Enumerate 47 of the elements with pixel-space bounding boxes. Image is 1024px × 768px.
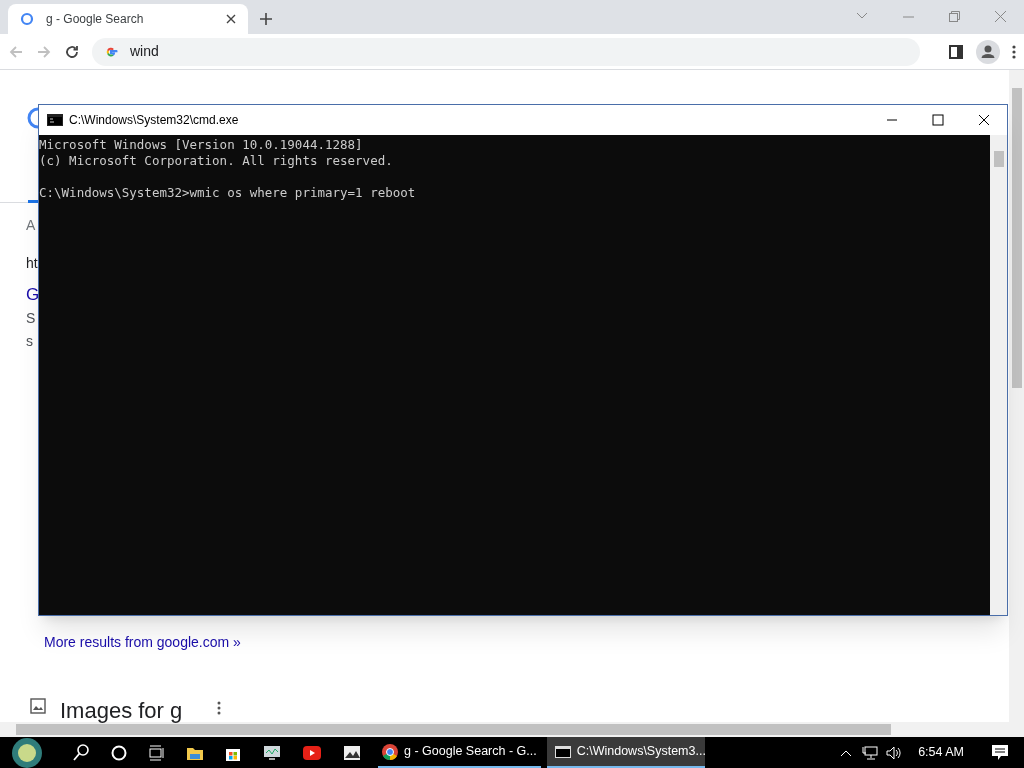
console-line: C:\Windows\System32>wmic os where primary=1 reboot [39, 185, 417, 201]
tab-search-icon[interactable] [856, 12, 868, 20]
chrome-icon [382, 743, 398, 760]
chevron-up-icon[interactable] [840, 748, 853, 757]
browser-tab[interactable]: g - Google Search [8, 4, 248, 34]
taskbar-button[interactable]: C:\Windows\System3... [546, 737, 705, 768]
network-icon[interactable] [862, 745, 879, 760]
console-scrollbar[interactable] [990, 135, 1007, 615]
volume-icon[interactable] [886, 745, 903, 760]
task-view-icon[interactable] [149, 744, 165, 761]
reload-icon[interactable] [64, 43, 80, 60]
menu-icon[interactable] [1012, 43, 1016, 60]
play-icon[interactable] [303, 745, 321, 760]
image-icon [30, 698, 46, 714]
address-text: wind [130, 42, 159, 61]
section-heading: Images for g [60, 697, 183, 725]
more-results-link[interactable]: More results from google.com » [44, 632, 241, 653]
clock-time: 6:54 AM [918, 744, 964, 762]
taskbar-label: C:\Windows\System3... [576, 743, 706, 761]
close-icon[interactable] [226, 14, 236, 24]
console-line: (c) Microsoft Corporation. All rights reserved. [39, 153, 394, 169]
page-text: s [26, 332, 33, 351]
console-icon [47, 114, 63, 126]
close-icon[interactable] [978, 114, 990, 126]
cortana-icon[interactable] [111, 744, 127, 761]
console-line: Microsoft Windows [Version 10.0.19044.1288] [39, 137, 364, 153]
maximize-icon[interactable] [932, 114, 944, 126]
console-icon [554, 745, 571, 758]
notification-icon[interactable] [992, 745, 1008, 760]
more-options-icon[interactable] [217, 701, 221, 715]
monitor-icon[interactable] [263, 744, 281, 761]
window-title: C:\Windows\System32\cmd.exe [69, 112, 240, 129]
tab-title: g - Google Search [46, 11, 145, 28]
restore-icon[interactable] [949, 11, 960, 22]
search-icon[interactable] [73, 743, 89, 762]
page-text: G [26, 284, 40, 306]
page-text: S [26, 309, 36, 328]
vertical-scrollbar[interactable] [1009, 70, 1024, 722]
page-text: ht [26, 254, 38, 273]
horizontal-scrollbar[interactable] [0, 722, 1024, 737]
side-panel-icon[interactable] [948, 43, 964, 60]
new-tab-icon[interactable] [260, 13, 272, 25]
address-bar[interactable]: wind [92, 37, 920, 66]
profile-icon[interactable] [976, 39, 1000, 64]
taskbar-label: g - Google Search - G... [404, 743, 537, 761]
page-text: A [26, 216, 36, 235]
image-icon[interactable] [343, 744, 361, 761]
